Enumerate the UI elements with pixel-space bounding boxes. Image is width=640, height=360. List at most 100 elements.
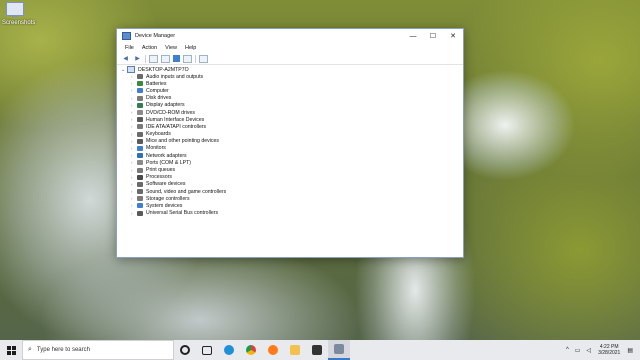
tree-item[interactable]: › Monitors	[121, 145, 463, 152]
computer-name: DESKTOP-A2MTP7O	[138, 66, 189, 73]
menu-action[interactable]: Action	[138, 45, 161, 51]
tree-item[interactable]: › Mice and other pointing devices	[121, 138, 463, 145]
window-title: Device Manager	[135, 33, 176, 39]
device-category-icon	[137, 102, 143, 108]
start-button[interactable]	[0, 340, 22, 360]
tree-item[interactable]: › Network adapters	[121, 152, 463, 159]
minimize-button[interactable]: —	[403, 29, 423, 43]
close-button[interactable]: ✕	[443, 29, 463, 43]
device-category-icon	[137, 95, 143, 101]
firefox-button[interactable]	[262, 340, 284, 360]
menu-file[interactable]: File	[121, 45, 138, 51]
cortana-icon	[180, 345, 190, 355]
tree-item-label: Human Interface Devices	[146, 116, 205, 123]
tree-item[interactable]: › Keyboards	[121, 131, 463, 138]
tree-item-label: System devices	[146, 202, 183, 209]
properties-icon[interactable]	[161, 54, 170, 63]
device-manager-icon	[122, 32, 131, 40]
device-manager-icon	[334, 344, 344, 354]
store-button[interactable]	[306, 340, 328, 360]
tree-item[interactable]: › Print queues	[121, 166, 463, 173]
maximize-button[interactable]: ☐	[423, 29, 443, 43]
tree-item-label: Software devices	[146, 181, 186, 188]
tree-item[interactable]: › Display adapters	[121, 102, 463, 109]
device-category-icon	[137, 174, 143, 180]
show-hide-console-tree-icon[interactable]	[149, 54, 158, 63]
firefox-icon	[268, 345, 278, 355]
cortana-button[interactable]	[174, 340, 196, 360]
network-icon[interactable]: ▭	[575, 347, 581, 354]
search-icon: ⌕	[28, 346, 32, 353]
tree-item[interactable]: › Universal Serial Bus controllers	[121, 210, 463, 217]
folder-icon	[290, 345, 300, 355]
tree-item[interactable]: › Processors	[121, 174, 463, 181]
desktop-icon-label: Screenshots	[2, 20, 36, 26]
tree-item[interactable]: › DVD/CD-ROM drives	[121, 109, 463, 116]
tree-item[interactable]: › IDE ATA/ATAPI controllers	[121, 123, 463, 130]
tree-item[interactable]: › Storage controllers	[121, 195, 463, 202]
tree-item[interactable]: › Disk drives	[121, 95, 463, 102]
tree-item-label: IDE ATA/ATAPI controllers	[146, 123, 207, 130]
device-category-icon	[137, 181, 143, 187]
update-driver-icon[interactable]	[183, 54, 192, 63]
tree-item[interactable]: › System devices	[121, 202, 463, 209]
clock-date: 3/28/2021	[598, 350, 621, 356]
chrome-icon	[246, 345, 256, 355]
chrome-button[interactable]	[240, 340, 262, 360]
chevron-up-icon[interactable]: ^	[566, 347, 569, 353]
search-placeholder: Type here to search	[36, 347, 90, 353]
device-tree: ⌄ DESKTOP-A2MTP7O › Audio inputs and outp…	[117, 65, 463, 217]
tree-item-label: DVD/CD-ROM drives	[146, 109, 195, 116]
scan-hardware-changes-icon[interactable]	[199, 54, 208, 63]
tree-item-label: Universal Serial Bus controllers	[146, 210, 219, 217]
device-category-icon	[137, 145, 143, 151]
device-category-icon	[137, 203, 143, 209]
computer-icon	[6, 2, 24, 17]
device-category-icon	[137, 160, 143, 166]
edge-button[interactable]	[218, 340, 240, 360]
forward-arrow-icon[interactable]: ▶	[133, 55, 142, 63]
tree-item[interactable]: › Human Interface Devices	[121, 116, 463, 123]
device-category-icon	[137, 153, 143, 159]
task-view-icon	[202, 345, 212, 355]
toolbar: ◀ ▶	[117, 53, 463, 65]
tree-item[interactable]: › Audio inputs and outputs	[121, 73, 463, 80]
device-category-icon	[137, 110, 143, 116]
volume-icon[interactable]: ◁	[586, 347, 591, 354]
tree-item-label: Ports (COM & LPT)	[146, 159, 191, 166]
toolbar-separator	[195, 54, 196, 63]
task-view-button[interactable]	[196, 340, 218, 360]
file-explorer-button[interactable]	[284, 340, 306, 360]
tree-item[interactable]: › Batteries	[121, 80, 463, 87]
windows-logo-icon	[6, 345, 16, 355]
device-manager-taskbar-button[interactable]	[328, 340, 350, 360]
taskbar-search-box[interactable]: ⌕ Type here to search	[22, 340, 174, 360]
tree-item[interactable]: › Software devices	[121, 181, 463, 188]
tree-item-label: Network adapters	[146, 152, 187, 159]
menu-view[interactable]: View	[161, 45, 181, 51]
edge-icon	[224, 345, 234, 355]
tree-item[interactable]: › Computer	[121, 87, 463, 94]
device-category-icon	[137, 117, 143, 123]
device-category-icon	[137, 88, 143, 94]
device-category-icon	[137, 81, 143, 87]
tree-root[interactable]: ⌄ DESKTOP-A2MTP7O	[121, 66, 463, 73]
tree-item-label: Mice and other pointing devices	[146, 138, 219, 145]
tree-item-label: Audio inputs and outputs	[146, 73, 204, 80]
notification-icon[interactable]: ▤	[627, 347, 633, 354]
device-category-icon	[137, 189, 143, 195]
back-arrow-icon[interactable]: ◀	[121, 55, 130, 63]
clock[interactable]: 4:22 PM 3/28/2021	[598, 344, 620, 356]
menu-help[interactable]: Help	[181, 45, 200, 51]
help-icon[interactable]	[173, 55, 180, 62]
tree-item[interactable]: › Ports (COM & LPT)	[121, 159, 463, 166]
device-category-icon	[137, 131, 143, 137]
tree-item-label: Disk drives	[146, 95, 172, 102]
tree-item[interactable]: › Sound, video and game controllers	[121, 188, 463, 195]
tree-item-label: Print queues	[146, 167, 176, 174]
desktop-icon-screenshots[interactable]: Screenshots	[2, 2, 36, 26]
device-category-icon	[137, 74, 143, 80]
menu-bar: File Action View Help	[117, 43, 463, 53]
tree-item-label: Computer	[146, 87, 169, 94]
title-bar[interactable]: Device Manager — ☐ ✕	[117, 29, 463, 43]
